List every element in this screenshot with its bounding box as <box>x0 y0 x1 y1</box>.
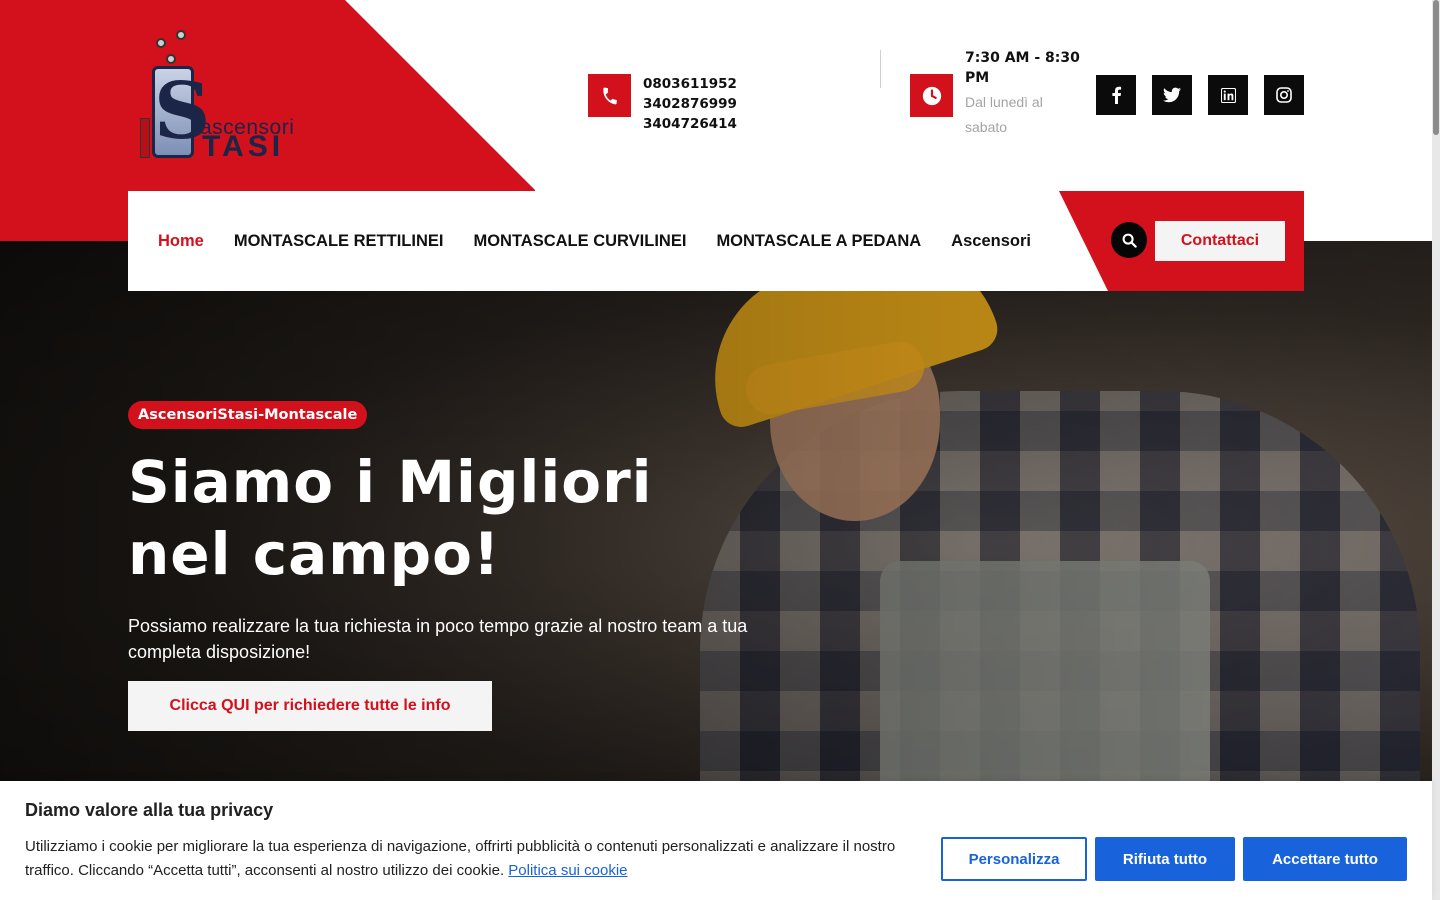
page-scrollbar[interactable] <box>1432 0 1440 900</box>
accept-all-button[interactable]: Accettare tutto <box>1243 837 1407 881</box>
twitter-icon[interactable] <box>1152 75 1192 115</box>
instagram-icon[interactable] <box>1264 75 1304 115</box>
phone-icon <box>588 74 631 117</box>
linkedin-icon[interactable] <box>1208 75 1248 115</box>
social-links <box>1096 75 1320 115</box>
hero-tag: AscensoriStasi-Montascale <box>128 401 368 429</box>
phone-numbers[interactable]: 0803611952 3402876999 3404726414 <box>643 74 818 134</box>
hours-time: 7:30 AM - 8:30 PM <box>965 50 1080 86</box>
nav-item-home[interactable]: Home <box>158 232 204 251</box>
facebook-icon[interactable] <box>1096 75 1136 115</box>
customize-button[interactable]: Personalizza <box>941 837 1087 881</box>
scrollbar-thumb[interactable] <box>1433 0 1439 135</box>
hero-cta-button[interactable]: Clicca QUI per richiedere tutte le info <box>128 681 492 731</box>
opening-hours: 7:30 AM - 8:30 PM Dal lunedì al sabato <box>910 48 1085 140</box>
nav-item-montascale-curvilinei[interactable]: MONTASCALE CURVILINEI <box>473 232 686 251</box>
hours-days: Dal lunedì al sabato <box>965 94 1043 135</box>
cookie-policy-link[interactable]: Politica sui cookie <box>508 862 627 879</box>
hero-description: Possiamo realizzare la tua richiesta in … <box>128 616 748 662</box>
logo-circle <box>156 38 166 48</box>
phone-contact: 0803611952 3402876999 3404726414 <box>588 74 818 134</box>
header-red-strip <box>0 190 128 241</box>
logo-word-tasi: TASI <box>202 130 285 163</box>
logo-circle <box>166 54 176 64</box>
cookie-text: Utilizziamo i cookie per migliorare la t… <box>25 835 905 883</box>
header-divider <box>880 50 881 88</box>
contact-button[interactable]: Contattaci <box>1155 221 1285 261</box>
logo-i-bar <box>140 118 150 158</box>
reject-all-button[interactable]: Rifiuta tutto <box>1095 837 1235 881</box>
cookie-title: Diamo valore alla tua privacy <box>25 800 274 820</box>
logo-s-letter: S <box>154 66 211 157</box>
site-logo[interactable]: S ascensori TASI <box>140 28 325 163</box>
nav-item-ascensori[interactable]: Ascensori <box>951 232 1031 251</box>
nav-item-montascale-a-pedana[interactable]: MONTASCALE A PEDANA <box>716 232 921 251</box>
hero-title: Siamo i Migliori nel campo! <box>128 448 653 588</box>
cookie-banner: Diamo valore alla tua privacy Utilizziam… <box>0 781 1432 900</box>
nav-item-montascale-rettilinei[interactable]: MONTASCALE RETTILINEI <box>234 232 444 251</box>
search-icon[interactable] <box>1111 222 1147 258</box>
logo-circle <box>176 30 186 40</box>
clock-icon <box>910 74 953 117</box>
cookie-description: Utilizziamo i cookie per migliorare la t… <box>25 838 896 879</box>
main-nav: Home MONTASCALE RETTILINEI MONTASCALE CU… <box>128 191 1304 291</box>
